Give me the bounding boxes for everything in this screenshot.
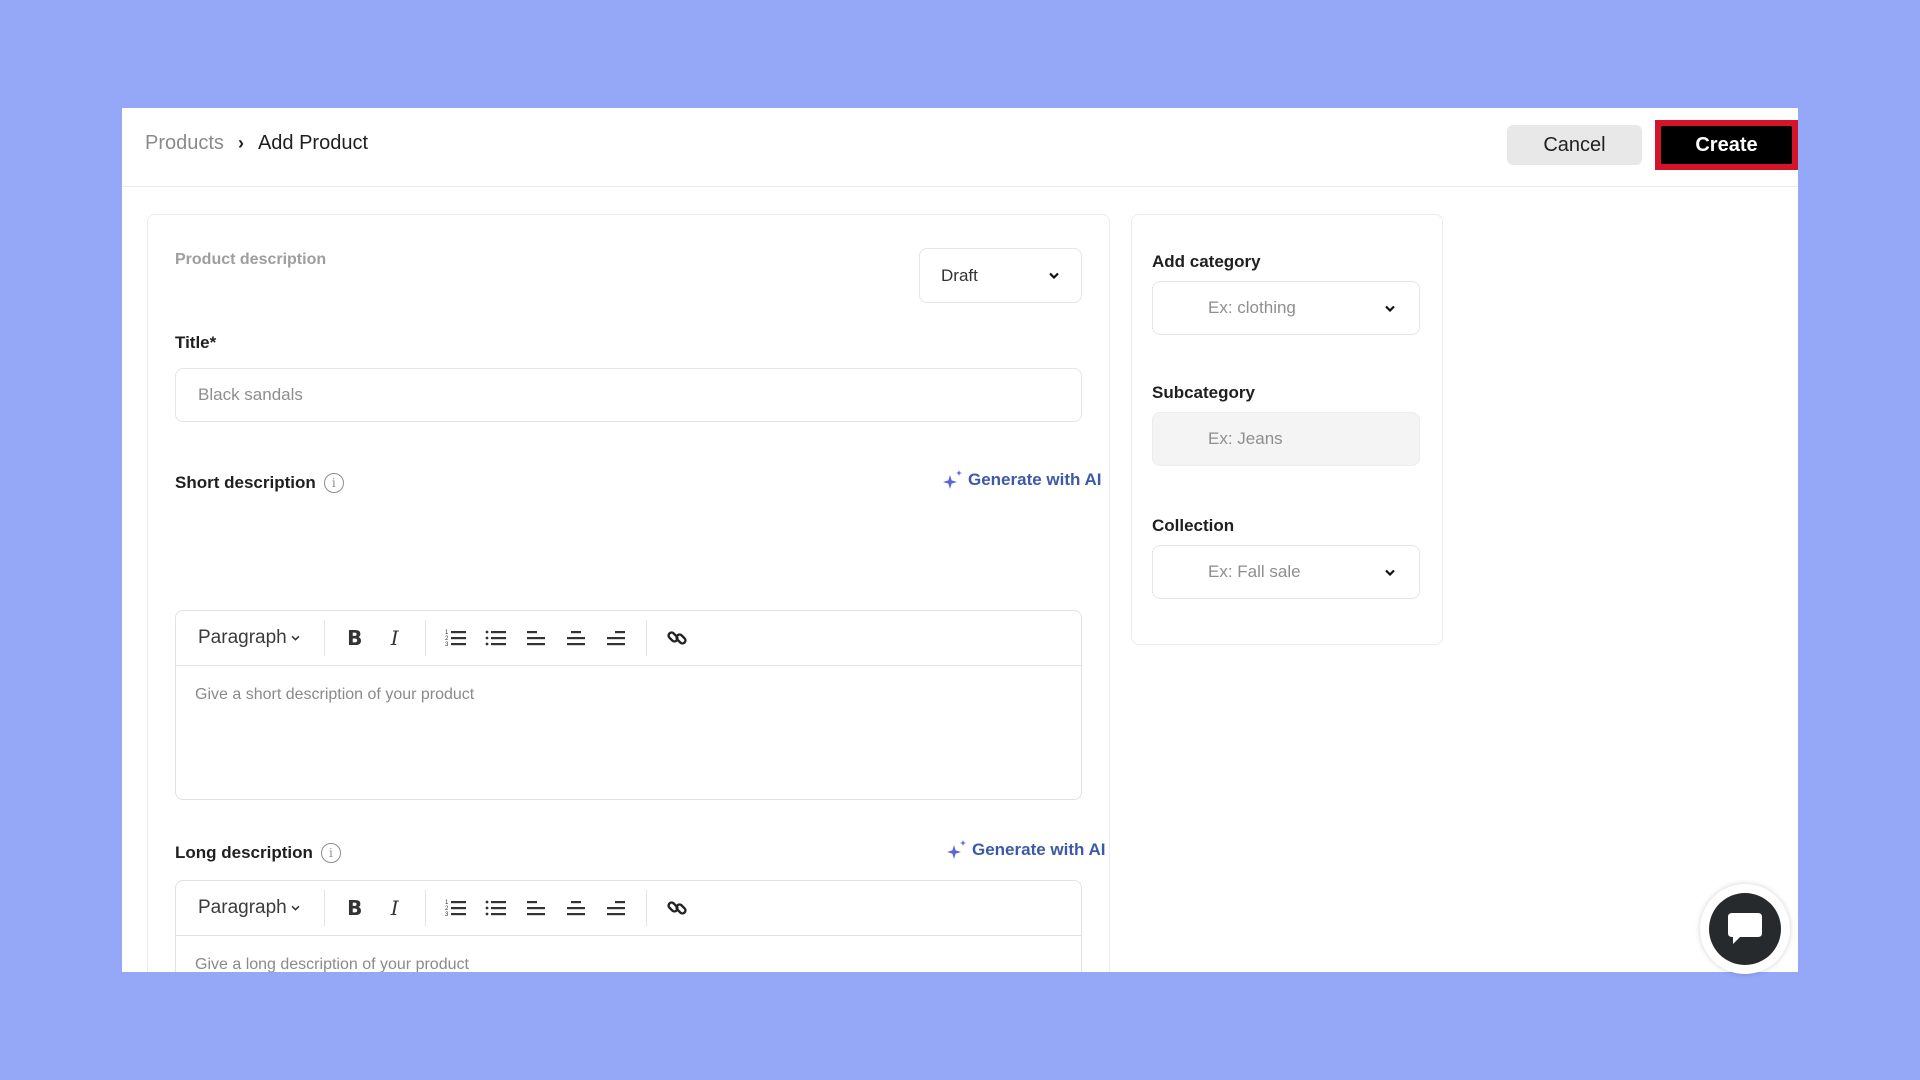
chat-launcher-inner (1709, 893, 1781, 965)
chevron-down-icon (1049, 272, 1059, 279)
long-description-label: Long description (175, 843, 313, 862)
bullet-list-icon[interactable] (484, 896, 508, 920)
info-icon[interactable]: i (323, 473, 344, 493)
align-left-icon[interactable] (524, 896, 548, 920)
ordered-list-icon[interactable]: 123 (444, 896, 468, 920)
short-description-textarea[interactable]: Give a short description of your product (176, 666, 1081, 799)
align-left-icon[interactable] (524, 626, 548, 650)
collection-placeholder: Ex: Fall sale (1208, 562, 1301, 581)
long-description-label-row: Long description i (175, 843, 341, 863)
short-description-label: Short description (175, 473, 316, 492)
chat-bubble-icon (1728, 913, 1762, 944)
ordered-list-icon[interactable]: 123 (444, 626, 468, 650)
align-right-icon[interactable] (604, 896, 628, 920)
link-icon[interactable] (665, 626, 689, 650)
subcategory-input[interactable] (1152, 412, 1420, 466)
generate-ai-label: Generate with AI (968, 470, 1102, 489)
category-placeholder: Ex: clothing (1208, 298, 1296, 317)
collection-dropdown[interactable]: Ex: Fall sale (1152, 545, 1420, 599)
short-description-editor: Paragraph B I 123 Give a short descripti… (175, 610, 1082, 800)
status-selected-value: Draft (941, 265, 978, 285)
paragraph-style-dropdown[interactable]: Paragraph (198, 890, 325, 926)
chevron-down-icon (1385, 569, 1395, 576)
svg-text:3: 3 (445, 912, 449, 918)
subcategory-label: Subcategory (1152, 383, 1255, 402)
breadcrumb-products-link[interactable]: Products (145, 132, 224, 155)
category-dropdown[interactable]: Ex: clothing (1152, 281, 1420, 335)
list-align-group: 123 (426, 890, 647, 926)
long-description-generate-ai-button[interactable]: Generate with AI (946, 839, 1106, 861)
svg-text:3: 3 (445, 642, 449, 648)
paragraph-style-dropdown[interactable]: Paragraph (198, 620, 325, 656)
editor-toolbar: Paragraph B I 123 (176, 611, 1081, 666)
bold-button[interactable]: B (343, 896, 367, 920)
create-button[interactable]: Create (1661, 126, 1792, 164)
breadcrumb-current: Add Product (257, 132, 369, 154)
section-title: Product description (175, 251, 327, 268)
short-description-label-row: Short description i (175, 473, 344, 493)
align-right-icon[interactable] (604, 626, 628, 650)
sparkle-icon (943, 470, 962, 489)
chevron-down-icon (1385, 305, 1395, 312)
collection-label: Collection (1152, 516, 1235, 535)
paragraph-style-label: Paragraph (198, 627, 287, 648)
link-icon[interactable] (665, 896, 689, 920)
product-description-card: Product description Draft Title* Short d… (147, 214, 1110, 972)
link-group (647, 890, 707, 926)
status-dropdown[interactable]: Draft (919, 248, 1082, 303)
chat-launcher-button[interactable] (1700, 884, 1790, 974)
long-description-textarea[interactable]: Give a long description of your product (176, 936, 1081, 972)
align-center-icon[interactable] (564, 896, 588, 920)
text-format-group: B I (325, 620, 426, 656)
link-group (647, 620, 707, 656)
chevron-down-icon (291, 635, 300, 641)
list-align-group: 123 (426, 620, 647, 656)
short-description-generate-ai-button[interactable]: Generate with AI (942, 469, 1102, 491)
info-icon[interactable]: i (320, 843, 341, 863)
long-description-editor: Paragraph B I 123 Give a long descriptio… (175, 880, 1082, 972)
page-header: Products › Add Product Cancel Create (122, 108, 1798, 187)
bold-button[interactable]: B (343, 626, 367, 650)
bullet-list-icon[interactable] (484, 626, 508, 650)
chevron-down-icon (291, 905, 300, 911)
cancel-button[interactable]: Cancel (1507, 125, 1642, 165)
align-center-icon[interactable] (564, 626, 588, 650)
chevron-right-icon: › (237, 133, 244, 153)
generate-ai-label: Generate with AI (972, 840, 1106, 859)
paragraph-style-label: Paragraph (198, 897, 287, 918)
editor-toolbar: Paragraph B I 123 (176, 881, 1081, 936)
italic-button[interactable]: I (383, 896, 407, 920)
app-window: Products › Add Product Cancel Create Pro… (122, 108, 1798, 972)
category-label: Add category (1152, 252, 1261, 271)
title-label: Title* (175, 333, 217, 352)
breadcrumb: Products › Add Product (145, 132, 368, 155)
sparkle-icon (947, 840, 966, 859)
text-format-group: B I (325, 890, 426, 926)
italic-button[interactable]: I (383, 626, 407, 650)
title-input[interactable] (175, 368, 1082, 422)
category-card: Add category Ex: clothing Subcategory Co… (1131, 214, 1443, 645)
create-button-highlight: Create (1655, 120, 1798, 170)
